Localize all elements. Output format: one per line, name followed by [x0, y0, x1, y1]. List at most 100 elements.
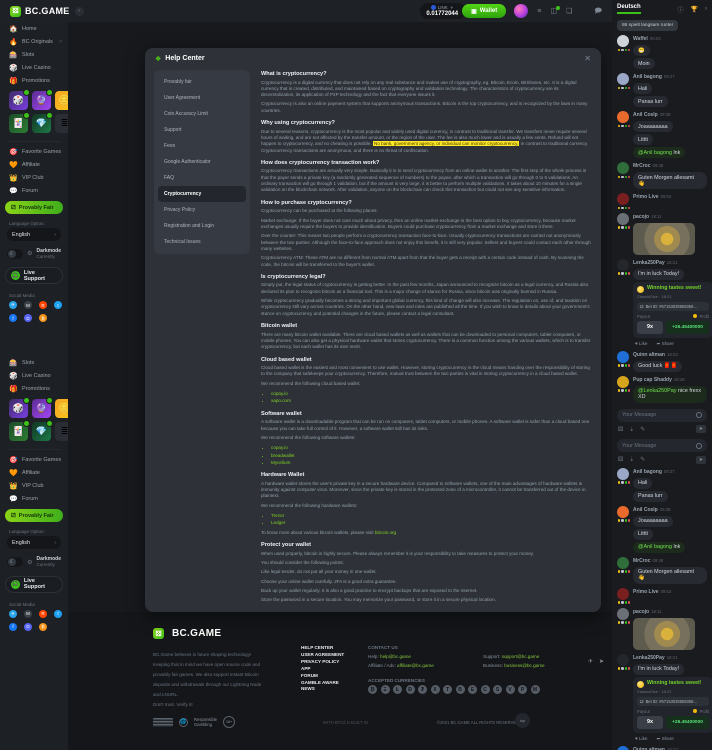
footer-link-news[interactable]: NEWS — [301, 686, 344, 693]
darkmode-toggle[interactable]: ☾ — [7, 249, 23, 259]
help-menu-item-provably-fair[interactable]: Provably fair — [158, 74, 246, 90]
send-button[interactable]: ➤ — [696, 425, 706, 433]
dice-icon[interactable]: ⚄ — [618, 456, 623, 463]
sidebar-item-forum[interactable]: 💬Forum — [0, 492, 68, 505]
help-menu-item-google-authenticator[interactable]: Google Authenticator — [158, 154, 246, 170]
user-avatar[interactable] — [617, 557, 629, 569]
user-avatar[interactable] — [617, 162, 629, 174]
collapse-icon[interactable]: › — [75, 7, 84, 16]
chat-username[interactable]: Quinn altman18:23 — [633, 746, 707, 750]
language-select[interactable]: English› — [7, 536, 61, 549]
help-menu-item-fees[interactable]: Fees — [158, 138, 246, 154]
scroll-top-button[interactable]: top — [515, 713, 530, 728]
gear-icon[interactable]: ⚙ — [27, 250, 32, 257]
close-icon[interactable]: ✕ — [584, 54, 591, 63]
info-icon[interactable]: ⓘ — [678, 5, 684, 14]
game-dice[interactable]: 🎲 — [9, 91, 28, 110]
telegram-icon[interactable]: ✈ — [9, 610, 17, 618]
live-support-button[interactable]: 🎧Live Support — [5, 267, 63, 284]
send-button[interactable]: ➤ — [696, 456, 706, 464]
twitter-icon[interactable]: t — [54, 610, 62, 618]
share-button[interactable]: ➦ Share — [656, 736, 673, 742]
chat-username[interactable]: Primo Live09:52 — [633, 588, 707, 596]
user-avatar[interactable] — [617, 193, 629, 205]
chat-toggle-icon[interactable]: 🗩 — [594, 8, 602, 15]
chat-username[interactable]: Anil Coslp09:38 — [633, 111, 707, 119]
chat-username[interactable]: Lenka250Pay18:21 — [633, 654, 707, 662]
help-menu-item-coin-accuracy-limit[interactable]: Coin Accuracy Limit — [158, 106, 246, 122]
chat-language-tab[interactable]: Deutsch — [617, 4, 641, 14]
user-avatar[interactable] — [514, 4, 528, 18]
link-text[interactable]: bitcoin.org — [375, 530, 396, 535]
sidebar-item-home[interactable]: 🏠Home — [0, 22, 68, 35]
contact-email[interactable]: help@bc.game — [380, 654, 411, 659]
chevron-right-icon[interactable]: › — [705, 6, 707, 12]
bet-id-chip[interactable]: ⚁Bet ID: #67153039559358… — [637, 302, 709, 311]
user-avatar[interactable] — [617, 73, 629, 85]
game-coinflip[interactable]: 🪙 — [55, 399, 68, 418]
user-avatar[interactable] — [617, 111, 629, 123]
help-menu-item-registration-and-login[interactable]: Registration and Login — [158, 218, 246, 234]
game-blackjack[interactable]: 🃏 — [9, 422, 28, 441]
bets-menu-icon[interactable]: ≡ — [537, 8, 541, 15]
wallet-link[interactable]: copay.io — [271, 390, 592, 397]
attachment-icon[interactable]: ✎ — [640, 456, 645, 463]
reddit-icon[interactable]: R — [39, 610, 47, 618]
chat-username[interactable]: MrCroc09:48 — [633, 162, 707, 170]
darkmode-toggle[interactable]: ☾ — [7, 557, 23, 567]
wallet-link[interactable]: copay.io — [271, 444, 592, 451]
help-menu-item-faq[interactable]: FAQ — [158, 170, 246, 186]
like-button[interactable]: ♥ Like — [635, 736, 647, 742]
user-avatar[interactable] — [617, 468, 629, 480]
sidebar-item-affiliate[interactable]: 🧡Affiliate — [0, 466, 68, 479]
chat-username[interactable]: Pup cap Shaddy18:28 — [633, 376, 707, 384]
wallet-button[interactable]: ▣ Wallet — [462, 4, 506, 18]
chat-username[interactable]: MrCroc09:48 — [633, 557, 707, 565]
sidebar-item-promotions[interactable]: 🎁Promotions — [0, 382, 68, 395]
sidebar-item-favorite-games[interactable]: 🎯Favorite Games — [0, 453, 68, 466]
contact-email[interactable]: business@bc.game — [504, 663, 544, 668]
bc-logo-icon[interactable]: ⚄ — [10, 6, 21, 17]
game-coinflip[interactable]: 🪙 — [55, 91, 68, 110]
user-avatar[interactable] — [617, 351, 629, 363]
language-select[interactable]: English› — [7, 228, 61, 241]
send-icon[interactable]: ➤ — [599, 658, 604, 665]
dice-icon[interactable]: ⚄ — [618, 426, 623, 433]
wallet-link[interactable]: xapo.com — [271, 397, 592, 404]
game-gems[interactable]: 💎 — [32, 114, 51, 133]
sidebar-item-forum[interactable]: 💬Forum — [0, 184, 68, 197]
sidebar-item-live-casino[interactable]: 🎲Live Casino — [0, 369, 68, 382]
game-blackjack[interactable]: 🃏 — [9, 114, 28, 133]
share-button[interactable]: ➦ Share — [656, 341, 673, 347]
help-menu-item-technical-issues[interactable]: Technical Issues — [158, 234, 246, 250]
user-avatar[interactable] — [617, 746, 629, 750]
footer-link-app[interactable]: APP — [301, 666, 344, 673]
footer-link-privacy-policy[interactable]: PRIVACY POLICY — [301, 659, 344, 666]
user-avatar[interactable] — [617, 259, 629, 271]
reddit-icon[interactable]: R — [39, 301, 47, 309]
wallet-link[interactable]: Mycelium — [271, 459, 592, 466]
twitter-icon[interactable]: t — [54, 301, 62, 309]
discord-icon[interactable]: D — [24, 623, 32, 631]
sidebar-item-live-casino[interactable]: 🎲Live Casino — [0, 61, 68, 74]
sidebar-item-affiliate[interactable]: 🧡Affiliate — [0, 158, 68, 171]
live-support-button[interactable]: 🎧Live Support — [5, 576, 63, 593]
medium-icon[interactable]: M — [24, 301, 32, 309]
wallet-link[interactable]: Trezor — [271, 512, 592, 519]
chat-message-input[interactable]: Your Message — [617, 409, 707, 422]
telegram-icon[interactable]: ✈ — [9, 301, 17, 309]
game-more[interactable]: ≣ — [55, 422, 68, 441]
chat-username[interactable]: Anil bagong09:27 — [633, 73, 707, 81]
sidebar-item-vip-club[interactable]: 👑VIP Club — [0, 479, 68, 492]
like-button[interactable]: ♥ Like — [635, 341, 647, 347]
chat-username[interactable]: Anil bagong09:27 — [633, 468, 707, 476]
provably-fair-button[interactable]: ⚂Provably Fair — [5, 201, 63, 214]
game-crash[interactable]: 🔮 — [32, 91, 51, 110]
facebook-icon[interactable]: f — [9, 314, 17, 322]
chat-username[interactable]: Primo Live09:52 — [633, 193, 707, 201]
chat-username[interactable]: pacojo18:11 — [633, 213, 707, 221]
chat-username[interactable]: Waffel09:03 — [633, 35, 707, 43]
rain-icon[interactable]: ⇣ — [629, 426, 634, 433]
user-avatar[interactable] — [617, 376, 629, 388]
discord-icon[interactable]: D — [24, 314, 32, 322]
